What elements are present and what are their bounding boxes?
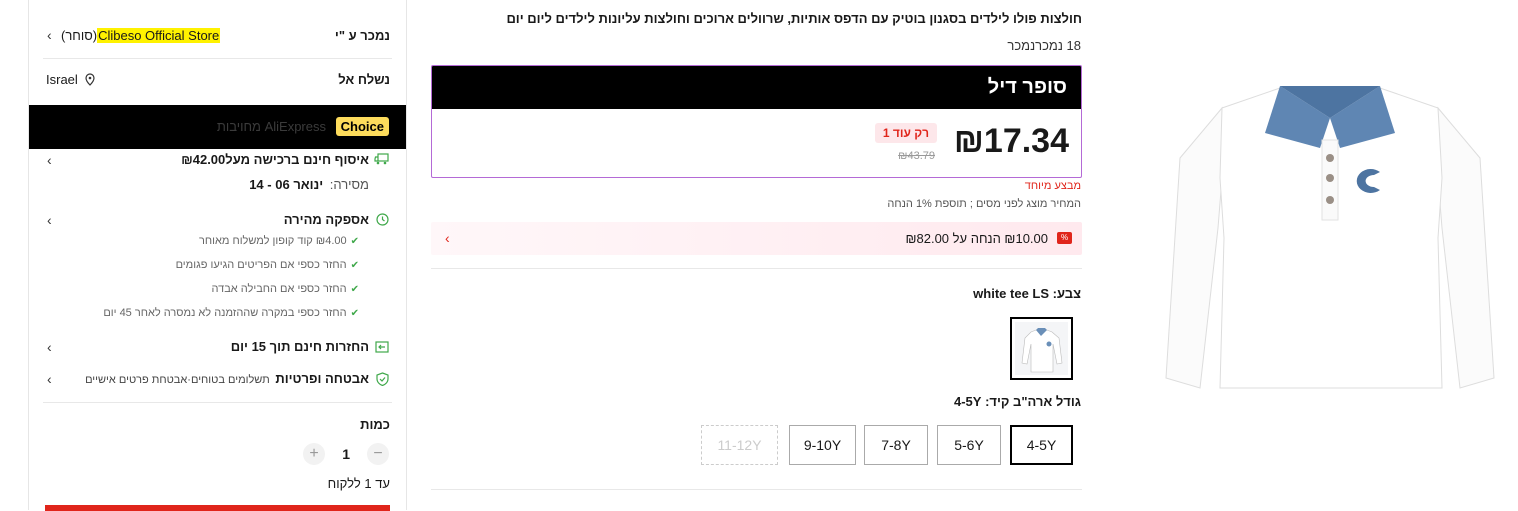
original-price: ₪43.79 — [898, 150, 935, 162]
security-title: אבטחה ופרטיות — [275, 371, 369, 386]
delivery-title: איסוף חינם ברכישה מעל₪42.00 — [181, 152, 369, 167]
ship-country: Israel — [46, 72, 78, 87]
coupon-bar[interactable]: % ₪10.00 הנחה על ₪82.00 ‹ — [431, 222, 1082, 255]
swatch-shirt-image — [1015, 322, 1068, 375]
check-icon: ✔ — [350, 236, 359, 247]
quantity-label: כמות — [360, 417, 390, 432]
returns-title: החזרות חינם תוך 15 יום — [230, 339, 369, 354]
coupon-icon: % — [1057, 232, 1072, 244]
divider — [431, 489, 1082, 490]
deal-title: סופר דיל — [987, 76, 1067, 98]
current-price: ₪17.34 — [953, 122, 1069, 160]
list-item: ✔החזר כספי אם החבילה אבדה — [211, 283, 359, 295]
color-label: צבע: white tee LS — [973, 286, 1081, 301]
shipping-panel: ‹ (סוחר)Clibeso Official Store נמכר ע "י… — [28, 0, 407, 511]
divider — [431, 268, 1082, 269]
check-icon: ✔ — [350, 260, 359, 271]
delivery-date-value: ינואר 06 - 14 — [249, 177, 324, 192]
seller-label: נמכר ע "י — [334, 28, 390, 43]
truck-icon — [374, 153, 389, 165]
fast-delivery-row[interactable]: ‹ אספקה מהירה — [29, 210, 406, 232]
chevron-left-icon: ‹ — [47, 339, 52, 355]
special-offer-label: מבצע מיוחד — [1024, 180, 1081, 192]
size-option-9-10y[interactable]: 9-10Y — [789, 425, 856, 465]
size-option-11-12y[interactable]: 11-12Y — [701, 425, 778, 465]
shield-check-icon — [376, 372, 389, 386]
location-pin-icon — [85, 73, 95, 86]
check-icon: ✔ — [350, 308, 359, 319]
deal-header: סופר דיל — [432, 66, 1081, 109]
product-main-image[interactable] — [1160, 78, 1500, 400]
selected-size: 4-5Y — [953, 394, 982, 409]
quantity-plus-button[interactable]: + — [303, 443, 325, 465]
size-option-4-5y[interactable]: 4-5Y — [1010, 425, 1073, 465]
choice-badge: Choice — [335, 117, 389, 136]
stock-badge: רק עוד 1 — [874, 123, 937, 143]
check-icon: ✔ — [350, 284, 359, 295]
security-subtitle: תשלומים בטוחים·אבטחת פרטים אישיים — [85, 374, 270, 386]
sold-count: 18 נמכרנמכר — [1007, 38, 1081, 53]
seller-tag: (סוחר) — [61, 28, 98, 43]
divider — [43, 58, 392, 59]
chevron-left-icon: ‹ — [47, 371, 52, 387]
chevron-left-icon: ‹ — [47, 27, 52, 43]
store-name-link[interactable]: Clibeso Official Store — [97, 28, 221, 43]
quantity-minus-button[interactable]: − — [367, 443, 389, 465]
ship-to-row[interactable]: Israel נשלח אל — [29, 66, 406, 94]
returns-row[interactable]: ‹ החזרות חינם תוך 15 יום — [29, 337, 406, 359]
fast-delivery-title: אספקה מהירה — [283, 212, 369, 227]
selected-color: white tee LS — [973, 286, 1050, 301]
chevron-left-icon: ‹ — [47, 152, 52, 168]
super-deal-box: סופר דיל ₪17.34 רק עוד 1 ₪43.79 — [431, 65, 1082, 178]
size-option-5-6y[interactable]: 5-6Y — [937, 425, 1001, 465]
list-item: ✔החזר כספי במקרה שההזמנה לא נמסרה לאחר 4… — [103, 307, 359, 319]
chevron-left-icon: ‹ — [47, 212, 52, 228]
buy-now-button[interactable] — [45, 505, 390, 511]
list-item: ✔₪4.00 קוד קופון למשלוח מאוחר — [198, 235, 359, 247]
return-box-icon — [375, 341, 389, 353]
quantity-limit: עד 1 ללקוח — [327, 476, 390, 491]
coupon-text: ₪10.00 הנחה על ₪82.00 — [905, 231, 1048, 246]
ship-to-label: נשלח אל — [338, 72, 390, 87]
size-label: גודל ארה"ב קיד: 4-5Y — [953, 394, 1081, 409]
list-item: ✔החזר כספי אם הפריטים הגיעו פגומים — [175, 259, 359, 271]
seller-row[interactable]: ‹ (סוחר)Clibeso Official Store נמכר ע "י — [29, 22, 406, 52]
color-swatch-white-tee-ls[interactable] — [1010, 317, 1073, 380]
security-row[interactable]: ‹ אבטחה ופרטיות תשלומים בטוחים·אבטחת פרט… — [29, 369, 406, 391]
tax-note: המחיר מוצג לפני מסים ; תוספת 1% הנחה — [887, 198, 1081, 210]
delivery-date-label: מסירה: — [329, 177, 369, 192]
fast-delivery-icon — [376, 213, 389, 226]
quantity-value[interactable]: 1 — [342, 446, 350, 462]
chevron-left-icon: ‹ — [445, 230, 450, 246]
product-title: חולצות פולו לילדים בסגנון בוטיק עם הדפס … — [506, 11, 1082, 26]
choice-banner: Choice AliExpress מחויבות — [29, 105, 406, 149]
divider — [43, 402, 392, 403]
choice-text: AliExpress מחויבות — [216, 119, 326, 134]
delivery-row[interactable]: ‹ איסוף חינם ברכישה מעל₪42.00 מסירה: ינו… — [29, 150, 406, 198]
size-option-7-8y[interactable]: 7-8Y — [864, 425, 928, 465]
